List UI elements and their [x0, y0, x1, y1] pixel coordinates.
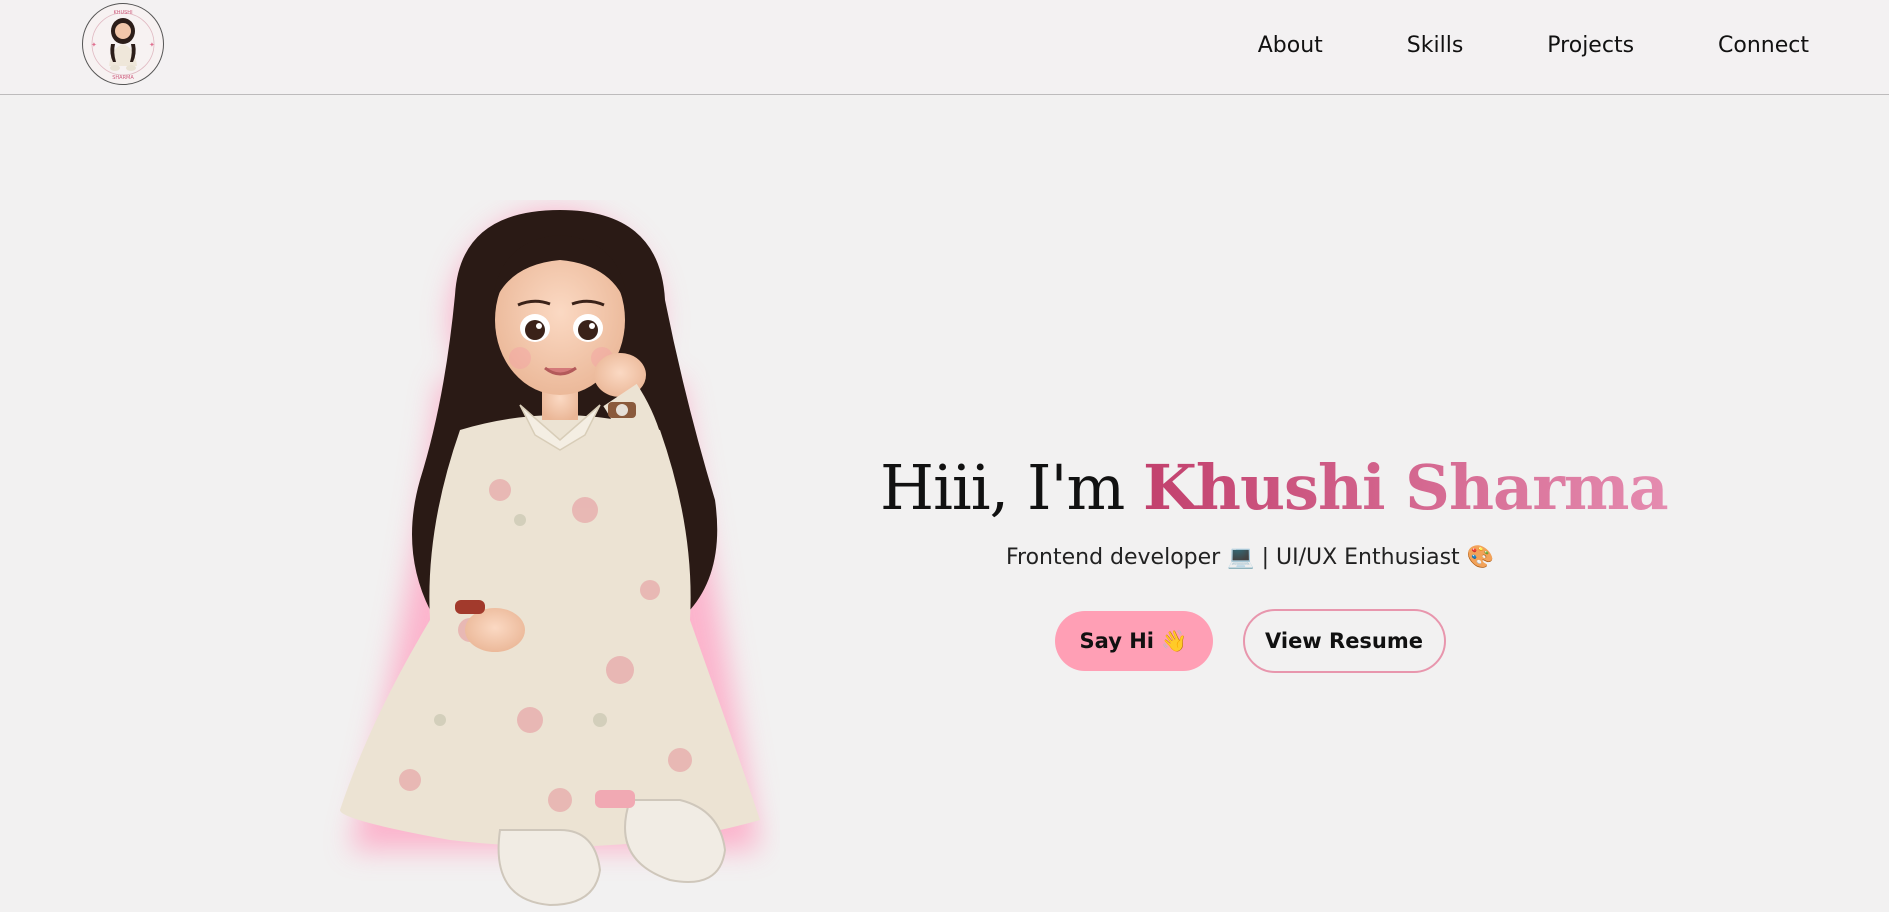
hero-section: Hiii, I'm Khushi Sharma Frontend develop…: [880, 445, 1669, 673]
hero-subtitle: Frontend developer 💻 | UI/UX Enthusiast …: [1005, 545, 1495, 570]
logo[interactable]: KHUSHI SHARMA ✦ ✦: [82, 3, 164, 85]
svg-text:KHUSHI: KHUSHI: [113, 10, 132, 16]
nav-links: About Skills Projects Connect: [1258, 28, 1809, 64]
svg-text:SHARMA: SHARMA: [112, 75, 134, 81]
hero-heading: Hiii, I'm Khushi Sharma: [880, 445, 1669, 531]
nav-link-connect[interactable]: Connect: [1718, 28, 1809, 64]
nav-link-projects[interactable]: Projects: [1547, 28, 1634, 64]
svg-text:✦: ✦: [91, 41, 97, 49]
hero-buttons: Say Hi 👋 View Resume: [880, 609, 1620, 673]
nav-link-about[interactable]: About: [1258, 28, 1323, 64]
view-resume-button[interactable]: View Resume: [1242, 609, 1446, 673]
nav-link-skills[interactable]: Skills: [1407, 28, 1464, 64]
hero-name: Khushi Sharma: [1143, 451, 1669, 524]
logo-avatar-icon: KHUSHI SHARMA ✦ ✦: [85, 6, 161, 82]
say-hi-button[interactable]: Say Hi 👋: [1054, 611, 1213, 671]
hero-greeting: Hiii, I'm: [880, 451, 1144, 524]
navbar: KHUSHI SHARMA ✦ ✦ About Skills Projects …: [0, 0, 1889, 95]
svg-text:✦: ✦: [149, 41, 155, 49]
hero-illustration: [320, 200, 780, 908]
